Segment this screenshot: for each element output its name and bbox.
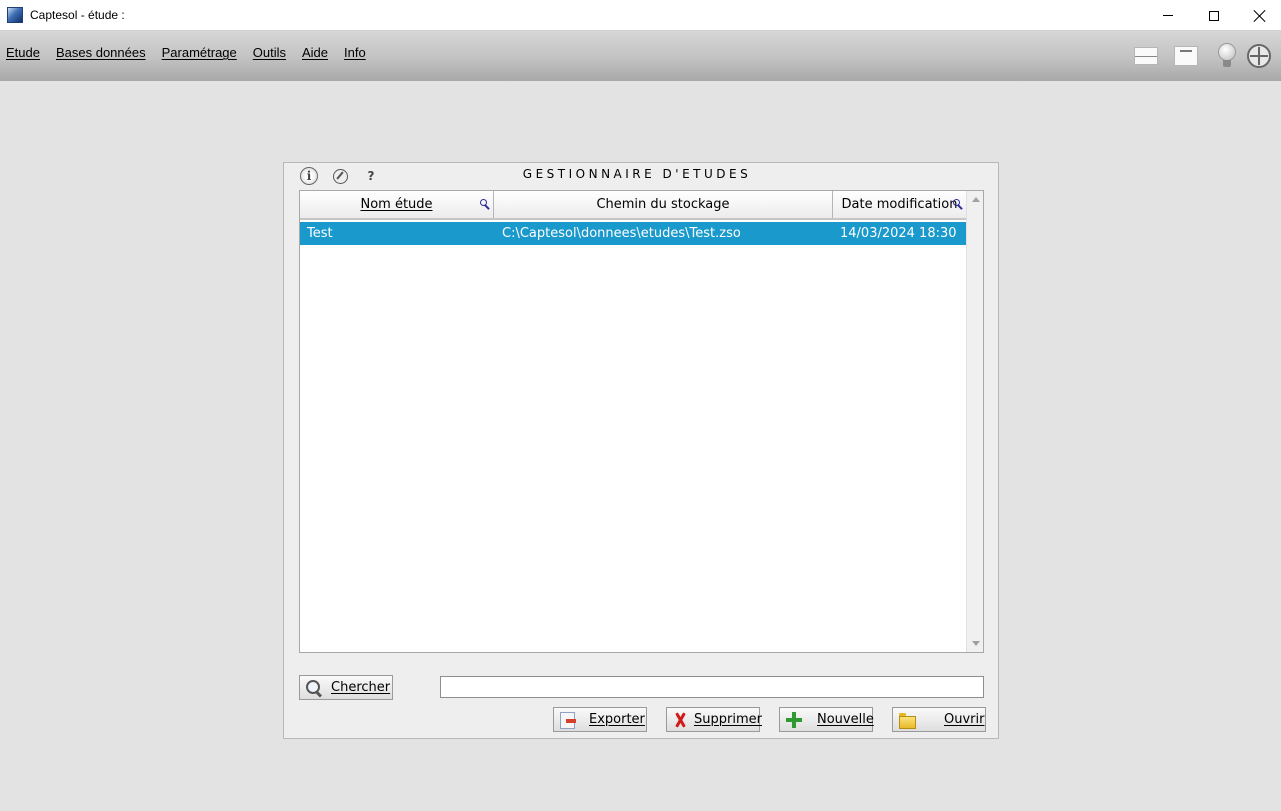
column-label: Date modification: [841, 197, 958, 212]
new-button-label: Nouvelle: [817, 712, 874, 727]
info-icon[interactable]: i: [300, 167, 318, 185]
help-glyph: ?: [367, 169, 375, 183]
menu-info[interactable]: Info: [344, 45, 366, 60]
new-button[interactable]: Nouvelle: [779, 707, 874, 732]
cell-path: C:\Captesol\donnees\etudes\Test.zso: [502, 226, 741, 241]
table-header: Nom étude Chemin du stockage Date modifi…: [300, 191, 966, 220]
vertical-scrollbar[interactable]: [966, 191, 983, 652]
minimize-icon: [1163, 15, 1173, 16]
menu-bar: Etude Bases données Paramétrage Outils A…: [0, 31, 1281, 81]
delete-button-label: Supprimer: [694, 712, 762, 727]
search-icon: [305, 679, 323, 697]
search-input[interactable]: [440, 676, 984, 698]
cell-date: 14/03/2024 18:30: [840, 226, 957, 241]
scroll-up-button[interactable]: [967, 191, 984, 208]
column-label: Chemin du stockage: [596, 197, 730, 212]
compass-icon[interactable]: [1246, 43, 1272, 69]
menu-aide[interactable]: Aide: [302, 45, 328, 60]
export-button[interactable]: Exporter: [553, 707, 647, 732]
help-icon[interactable]: ?: [362, 167, 380, 185]
menu-parametrage[interactable]: Paramétrage: [162, 45, 237, 60]
window-list-icon[interactable]: [1173, 43, 1199, 69]
menu-items: Etude Bases données Paramétrage Outils A…: [6, 45, 382, 60]
close-button[interactable]: [1237, 0, 1281, 31]
close-icon: [1253, 9, 1267, 23]
delete-button[interactable]: Supprimer: [666, 707, 762, 732]
panel-icons: i ?: [300, 167, 393, 185]
scroll-down-button[interactable]: [967, 635, 984, 652]
maximize-button[interactable]: [1191, 0, 1237, 31]
menu-outils[interactable]: Outils: [253, 45, 286, 60]
cell-name: Test: [307, 226, 333, 241]
navigation-icon: [332, 168, 348, 184]
search-button[interactable]: Chercher: [299, 675, 393, 700]
column-header-chemin[interactable]: Chemin du stockage: [494, 191, 833, 218]
minimize-button[interactable]: [1145, 0, 1191, 31]
export-button-label: Exporter: [589, 712, 645, 727]
column-header-date[interactable]: Date modification: [833, 191, 966, 218]
export-icon: [559, 711, 577, 729]
menu-etude[interactable]: Etude: [6, 45, 40, 60]
study-manager-panel: GESTIONNAIRE D'ETUDES i ? Nom étude Chem…: [283, 162, 999, 739]
lightbulb-icon[interactable]: [1214, 43, 1240, 69]
title-bar: Captesol - étude :: [0, 0, 1281, 31]
window-title: Captesol - étude :: [30, 8, 125, 22]
sort-key-icon: [480, 199, 490, 209]
app-icon: [7, 7, 23, 23]
open-button[interactable]: Ouvrir: [892, 707, 986, 732]
sort-key-icon: [953, 199, 963, 209]
table-row[interactable]: Test C:\Captesol\donnees\etudes\Test.zso…: [300, 222, 966, 245]
menu-bases-donnees[interactable]: Bases données: [56, 45, 146, 60]
open-button-label: Ouvrir: [944, 712, 985, 727]
plus-icon: [785, 711, 803, 729]
column-label: Nom étude: [360, 197, 433, 212]
studies-table: Nom étude Chemin du stockage Date modifi…: [299, 190, 984, 653]
info-glyph: i: [306, 169, 312, 183]
delete-icon: [672, 711, 690, 729]
column-header-nom-etude[interactable]: Nom étude: [300, 191, 494, 218]
maximize-icon: [1209, 10, 1219, 21]
window-icon[interactable]: [1133, 43, 1159, 69]
navigation-button[interactable]: [331, 167, 349, 185]
chevron-up-icon: [971, 197, 980, 202]
chevron-down-icon: [971, 641, 980, 646]
folder-icon: [898, 711, 916, 729]
search-button-label: Chercher: [331, 680, 391, 695]
